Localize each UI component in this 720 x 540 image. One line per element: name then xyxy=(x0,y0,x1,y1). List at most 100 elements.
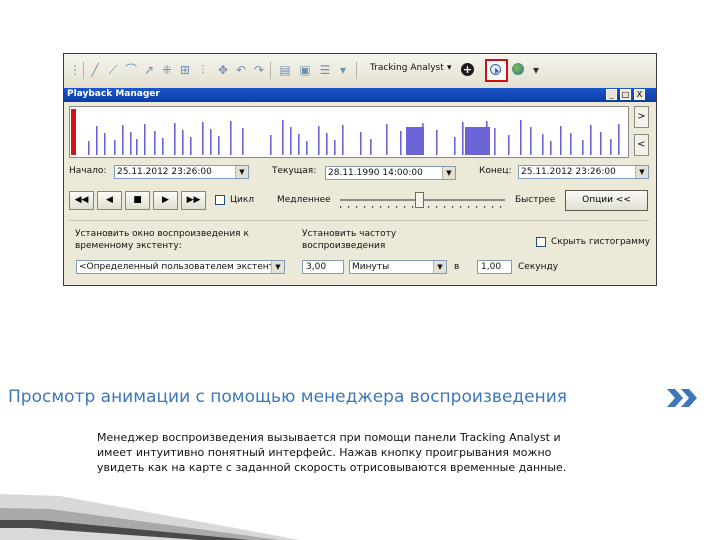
slider-tick xyxy=(452,206,454,208)
histogram-scroll-right-button[interactable]: > xyxy=(634,106,649,128)
slider-tick xyxy=(428,206,430,208)
histogram-bar xyxy=(230,121,232,155)
histogram-bar xyxy=(96,126,98,155)
distribute-icon[interactable]: ⫶ xyxy=(196,63,210,77)
current-label: Текущая: xyxy=(272,166,317,176)
slider-tick xyxy=(364,206,366,208)
slider-tick xyxy=(484,206,486,208)
playback-window-value: <Определенный пользователем экстент> xyxy=(79,262,282,272)
end-date-value: 25.11.2012 23:26:00 xyxy=(521,167,616,177)
redo-icon[interactable]: ↷ xyxy=(252,63,266,77)
time-cursor[interactable] xyxy=(71,109,76,155)
slower-label: Медленнее xyxy=(277,195,331,205)
rate-unit-dropdown[interactable]: Минуты ▼ xyxy=(349,260,447,274)
histogram-scroll-left-button[interactable]: < xyxy=(634,134,649,156)
polyline-icon[interactable]: ⟋ xyxy=(106,63,120,77)
histogram-bar xyxy=(282,120,284,155)
chevron-down-icon: ▼ xyxy=(635,166,648,178)
rate-unit-value: Минуты xyxy=(352,262,390,272)
histogram-bar xyxy=(144,124,146,155)
step-back-button[interactable]: ◀ xyxy=(97,191,122,210)
stop-button[interactable]: ■ xyxy=(125,191,150,210)
current-date-dropdown[interactable]: 28.11.1990 14:00:00 ▼ xyxy=(325,166,456,180)
move-icon[interactable]: ✥ xyxy=(216,63,230,77)
playback-window-label-line2: временному экстенту: xyxy=(75,241,182,251)
histogram-dense-block xyxy=(406,127,424,155)
align-icon[interactable]: ⊞ xyxy=(178,63,192,77)
histogram-bar xyxy=(174,123,176,155)
minimize-button[interactable]: _ xyxy=(606,89,617,100)
histogram-bar xyxy=(334,140,336,155)
histogram-bar xyxy=(162,138,164,155)
hide-histogram-checkbox[interactable] xyxy=(536,237,546,247)
rate-value-input[interactable]: 3,00 xyxy=(302,260,344,274)
playback-window-dropdown[interactable]: <Определенный пользователем экстент> ▼ xyxy=(76,260,285,274)
line-icon[interactable]: ╱ xyxy=(88,63,102,77)
window-title-bar: Playback Manager _ □ X xyxy=(64,88,656,102)
histogram-bar xyxy=(270,135,272,155)
loop-checkbox[interactable] xyxy=(215,195,225,205)
histogram-bar xyxy=(462,122,464,155)
globe-icon[interactable] xyxy=(512,63,524,75)
table-icon[interactable]: ▤ xyxy=(278,63,292,77)
arrow-icon[interactable]: ↗ xyxy=(142,63,156,77)
body-line-2: имеет интуитивно понятный интерфейс. Наж… xyxy=(97,446,552,459)
histogram-bar xyxy=(104,133,106,155)
slider-tick xyxy=(356,206,358,208)
hide-histogram-label: Скрыть гистограмму xyxy=(551,237,651,247)
histogram-bar xyxy=(360,132,362,155)
histogram-bar xyxy=(182,130,184,155)
slider-tick xyxy=(468,206,470,208)
slider-tick xyxy=(388,206,390,208)
histogram-bar xyxy=(454,137,456,155)
histogram-bar xyxy=(600,132,602,155)
end-date-dropdown[interactable]: 25.11.2012 23:26:00 ▼ xyxy=(518,165,649,179)
options-button[interactable]: Опции << xyxy=(565,190,648,211)
select-icon[interactable]: ⋮ xyxy=(68,63,82,77)
maximize-button[interactable]: □ xyxy=(620,89,631,100)
current-date-value: 28.11.1990 14:00:00 xyxy=(328,168,423,178)
playback-manager-button[interactable] xyxy=(485,59,508,82)
histogram-bar xyxy=(560,126,562,155)
play-triangle-icon xyxy=(495,68,499,74)
rotate-icon[interactable]: ↶ xyxy=(234,63,248,77)
slider-tick xyxy=(476,206,478,208)
start-label: Начало: xyxy=(69,166,107,176)
histogram-bar xyxy=(520,120,522,155)
slider-tick xyxy=(460,206,462,208)
histogram-bar xyxy=(494,128,496,155)
plus-icon[interactable]: + xyxy=(461,63,474,76)
double-chevron-icon xyxy=(667,389,697,407)
tracking-analyst-dropdown-icon[interactable]: ▾ xyxy=(447,63,452,73)
fast-forward-button[interactable]: ▶▶ xyxy=(181,191,206,210)
overflow-chevron-icon[interactable]: ▾ xyxy=(529,63,543,77)
histogram-bar xyxy=(436,130,438,155)
play-button[interactable]: ▶ xyxy=(153,191,178,210)
rewind-button[interactable]: ◀◀ xyxy=(69,191,94,210)
histogram-bar xyxy=(508,135,510,155)
histogram-bar xyxy=(590,125,592,155)
body-line-1: Менеджер воспроизведения вызывается при … xyxy=(97,431,561,444)
tracking-analyst-label: Tracking Analyst xyxy=(370,63,444,73)
histogram-bar xyxy=(122,125,124,155)
toolbar-separator xyxy=(270,62,271,79)
seconds-value-input[interactable]: 1,00 xyxy=(477,260,512,274)
close-button[interactable]: X xyxy=(634,89,645,100)
histogram-bar xyxy=(190,137,192,155)
slider-tick xyxy=(396,206,398,208)
speed-slider-thumb[interactable] xyxy=(415,192,425,208)
playback-rate-label-line2: воспроизведения xyxy=(302,241,386,251)
toolbar: ⋮ ╱ ⟋ ⌒ ↗ ⁜ ⊞ ⫶ ✥ ↶ ↷ ▤ ▣ ☰ ▾ Tracking A… xyxy=(64,54,656,88)
grid-icon[interactable]: ⁜ xyxy=(160,63,174,77)
histogram-bar xyxy=(342,125,344,155)
image-icon[interactable]: ▣ xyxy=(298,63,312,77)
seconds-label: Секунду xyxy=(518,262,559,272)
properties-icon[interactable]: ☰ xyxy=(318,63,332,77)
slider-tick xyxy=(500,206,502,208)
slider-tick xyxy=(492,206,494,208)
curve-icon[interactable]: ⌒ xyxy=(124,63,138,77)
dropdown-arrow-icon[interactable]: ▾ xyxy=(336,63,350,77)
playback-window-label-line1: Установить окно воспроизведения к xyxy=(75,229,249,239)
start-date-dropdown[interactable]: 25.11.2012 23:26:00 ▼ xyxy=(114,165,249,179)
time-histogram[interactable] xyxy=(69,106,629,158)
